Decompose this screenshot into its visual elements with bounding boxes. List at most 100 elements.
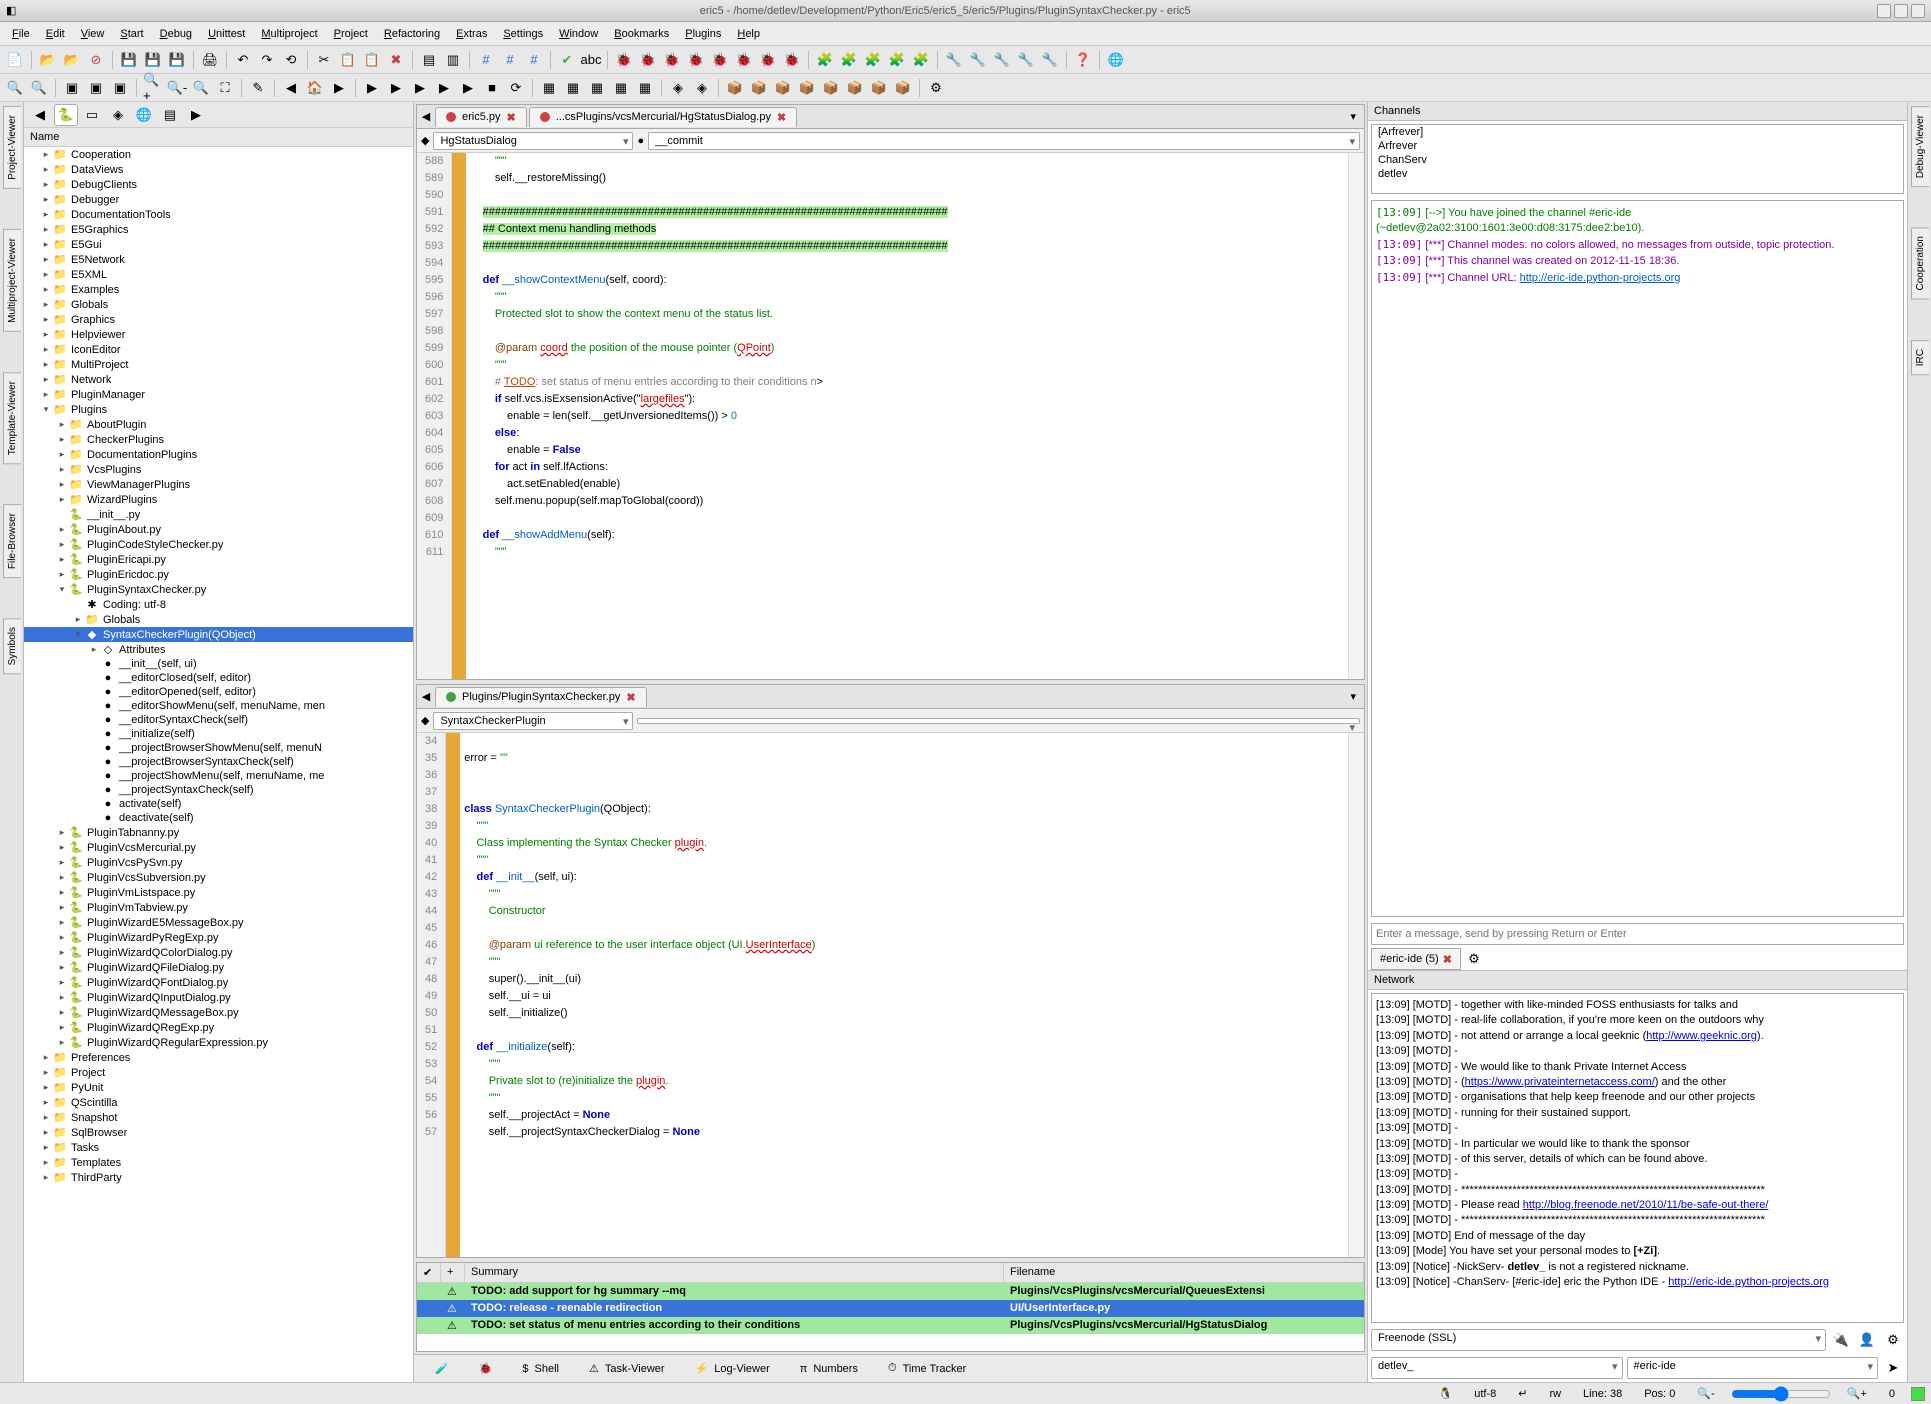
whats-this-icon[interactable]: ❓ [1072,49,1094,71]
zoom-in-icon[interactable]: 🔍+ [1841,1387,1873,1400]
run-project-icon[interactable]: ▶ [409,77,431,99]
tree-item[interactable]: ▸◇Attributes [24,642,413,657]
tree-item[interactable]: ▸📁Snapshot [24,1110,413,1125]
menu-settings[interactable]: Settings [495,25,551,43]
task-row[interactable]: ⚠TODO: set status of menu entries accord… [417,1317,1364,1334]
tree-item[interactable]: ▸📁WizardPlugins [24,492,413,507]
proj-tab-resources-icon[interactable]: ◈ [106,104,130,126]
tool-4-icon[interactable]: 🔧 [1015,49,1037,71]
tree-item[interactable]: ●__editorSyntaxCheck(self) [24,713,413,727]
tree-item[interactable]: ▸🐍PluginWizardQColorDialog.py [24,945,413,960]
proj-7-icon[interactable]: 📦 [868,77,890,99]
view-5-icon[interactable]: ▦ [634,77,656,99]
tree-item[interactable]: ▸🐍PluginCodeStyleChecker.py [24,537,413,552]
channel-options-icon[interactable]: ⚙ [1463,948,1485,970]
bottom-tab-Task-Viewer[interactable]: ⚠Task-Viewer [576,1357,678,1380]
tree-item[interactable]: ●__projectShowMenu(self, menuName, me [24,769,413,783]
task-check-col[interactable]: ✔ [417,1263,441,1282]
tree-item[interactable]: ▸🐍PluginAbout.py [24,522,413,537]
menu-file[interactable]: File [4,25,38,43]
project-tree[interactable]: ▸📁Cooperation▸📁DataViews▸📁DebugClients▸📁… [24,147,413,1382]
right-tab-cooperation[interactable]: Cooperation [1911,227,1929,299]
zoom-in-icon[interactable]: 🔍+ [142,77,164,99]
tree-item[interactable]: ▸📁DocumentationPlugins [24,447,413,462]
tree-item[interactable]: ●__projectBrowserSyntaxCheck(self) [24,755,413,769]
menu-refactoring[interactable]: Refactoring [376,25,448,43]
search-icon[interactable]: 🔍 [4,77,26,99]
join-icon[interactable]: ➤ [1882,1357,1904,1379]
tab-list-icon[interactable]: ◀ [417,110,435,123]
left-tab-file-browser[interactable]: File-Browser [3,504,21,578]
tree-item[interactable]: ▸📁VcsPlugins [24,462,413,477]
save-as-icon[interactable]: 💾 [142,49,164,71]
close-tab-icon[interactable]: ✖ [507,111,516,124]
proj-tab-sources-icon[interactable]: 🐍 [54,104,78,126]
bottom-tab-Shell[interactable]: $Shell [509,1358,572,1380]
proj-tab-translations-icon[interactable]: 🌐 [132,104,156,126]
tree-item[interactable]: ▸📁Graphics [24,312,413,327]
channel-log[interactable]: [13:09] [-->] You have joined the channe… [1371,200,1904,917]
bookmark-next-icon[interactable]: # [499,49,521,71]
bottom-tab-🐞[interactable]: 🐞 [466,1357,506,1380]
debug-continue-icon[interactable]: 🐞 [733,49,755,71]
right-tab-debug-viewer[interactable]: Debug-Viewer [1911,106,1929,187]
tree-item[interactable]: ▸🐍PluginWizardQFileDialog.py [24,960,413,975]
tool-2-icon[interactable]: 🔧 [967,49,989,71]
proj-5-icon[interactable]: 📦 [820,77,842,99]
web-icon[interactable]: 🌐 [1105,49,1127,71]
menu-debug[interactable]: Debug [152,25,200,43]
tree-item[interactable]: ▸📁Helpviewer [24,327,413,342]
tree-item[interactable]: ▸🐍PluginVcsMercurial.py [24,840,413,855]
plugin-2-icon[interactable]: 🧩 [838,49,860,71]
proj-6-icon[interactable]: 📦 [844,77,866,99]
tree-item[interactable]: ●__editorOpened(self, editor) [24,685,413,699]
tree-item[interactable]: ●__editorShowMenu(self, menuName, men [24,699,413,713]
proj-2-icon[interactable]: 📦 [748,77,770,99]
tree-item[interactable]: ▸🐍PluginVmListspace.py [24,885,413,900]
tree-item[interactable]: ▸🐍PluginWizardE5MessageBox.py [24,915,413,930]
tree-item[interactable]: ▸📁DocumentationTools [24,207,413,222]
close-channel-icon[interactable]: ✖ [1443,953,1452,966]
config-icon[interactable]: ⚙ [925,77,947,99]
tree-item[interactable]: ▸📁MultiProject [24,357,413,372]
menu-extras[interactable]: Extras [448,25,495,43]
user-item[interactable]: ChanServ [1372,153,1903,167]
view-4-icon[interactable]: ▦ [610,77,632,99]
uncomment-icon[interactable]: ▥ [442,49,464,71]
vcs-3-icon[interactable]: ▣ [109,77,131,99]
edit-icon[interactable]: ✎ [247,77,269,99]
proj-tab-right-icon[interactable]: ▶ [184,104,208,126]
proj-4-icon[interactable]: 📦 [796,77,818,99]
nav-home-icon[interactable]: 🏠 [304,77,326,99]
tree-item[interactable]: ▸🐍PluginVcsSubversion.py [24,870,413,885]
tool-5-icon[interactable]: 🔧 [1039,49,1061,71]
tree-item[interactable]: ▸📁AboutPlugin [24,417,413,432]
debug-restart-icon[interactable]: 🐞 [757,49,779,71]
connect-icon[interactable]: 🔌 [1830,1329,1852,1351]
tree-item[interactable]: ●__projectSyntaxCheck(self) [24,783,413,797]
open-recent-icon[interactable]: 📂 [61,49,83,71]
tree-item[interactable]: ▸📁Templates [24,1155,413,1170]
menu-plugins[interactable]: Plugins [677,25,729,43]
tree-item[interactable]: ▸🐍PluginTabnanny.py [24,825,413,840]
paste-icon[interactable]: 📋 [361,49,383,71]
tree-item[interactable]: ▸📁Preferences [24,1050,413,1065]
nav-fwd-icon[interactable]: ▶ [328,77,350,99]
tree-item[interactable]: ▸📁Tasks [24,1140,413,1155]
tree-item[interactable]: ▸📁E5Gui [24,237,413,252]
class-selector[interactable]: SyntaxCheckerPlugin [433,712,633,730]
debug-stop-icon[interactable]: 🐞 [709,49,731,71]
tree-item[interactable]: ●deactivate(self) [24,811,413,825]
away-icon[interactable]: 👤 [1856,1329,1878,1351]
menu-project[interactable]: Project [326,25,376,43]
tree-item[interactable]: 🐍__init__.py [24,507,413,522]
zoom-reset-icon[interactable]: 🔍 [190,77,212,99]
tree-item[interactable]: ▸📁CheckerPlugins [24,432,413,447]
menu-edit[interactable]: Edit [38,25,73,43]
plugin-3-icon[interactable]: 🧩 [862,49,884,71]
task-summary-col[interactable]: Summary [465,1263,1004,1282]
spell-icon[interactable]: abc [580,49,602,71]
proj-tab-left-icon[interactable]: ◀ [28,104,52,126]
bottom-tab-Numbers[interactable]: πNumbers [787,1358,871,1380]
user-item[interactable]: [Arfrever] [1372,125,1903,139]
